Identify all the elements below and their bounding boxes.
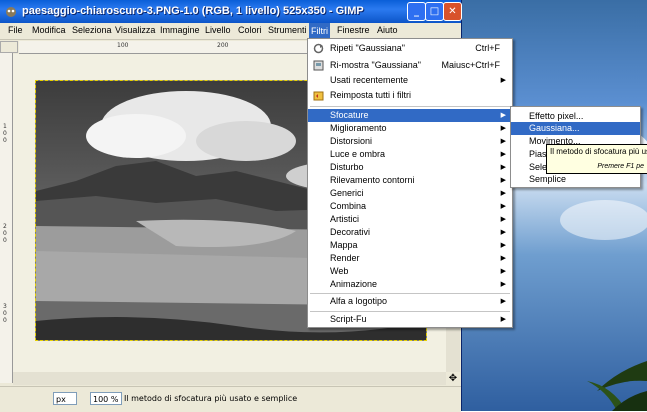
ruler-label: 0 <box>3 230 7 237</box>
menu-aiuto[interactable]: Aiuto <box>377 25 398 35</box>
reshow-icon <box>313 60 324 71</box>
menu-item-animazione[interactable]: Animazione ▶ <box>308 278 512 291</box>
status-message: Il metodo di sfocatura più usato e sempl… <box>124 394 298 403</box>
ruler-label: 0 <box>3 310 7 317</box>
submenu-arrow-icon: ▶ <box>500 190 506 197</box>
submenu-item-semplice[interactable]: Semplice <box>511 173 640 186</box>
menu-item-alfa-a-logotipo[interactable]: Alfa a logotipo ▶ <box>308 295 512 308</box>
menu-item-generici[interactable]: Generici ▶ <box>308 187 512 200</box>
menu-item-miglioramento[interactable]: Miglioramento ▶ <box>308 122 512 135</box>
menu-visualizza[interactable]: Visualizza <box>115 25 155 35</box>
submenu-arrow-icon: ▶ <box>500 151 506 158</box>
title-bar[interactable]: paesaggio-chiaroscuro-3.PNG-1.0 (RGB, 1 … <box>0 0 462 23</box>
menu-item-repeat-gaussian[interactable]: Ripeti "Gaussiana" Ctrl+F <box>308 42 512 55</box>
menu-separator <box>310 106 510 107</box>
zoom-selector[interactable]: 100 % <box>90 392 122 405</box>
menu-item-render[interactable]: Render ▶ <box>308 252 512 265</box>
submenu-arrow-icon: ▶ <box>500 125 506 132</box>
unit-selector[interactable]: px <box>53 392 77 405</box>
tooltip: Il metodo di sfocatura più us Premere F1… <box>546 144 647 174</box>
ruler-label: 2 <box>3 223 7 230</box>
ruler-label: 3 <box>3 303 7 310</box>
submenu-arrow-icon: ▶ <box>500 112 506 119</box>
menu-item-rilevamento-contorni[interactable]: Rilevamento contorni ▶ <box>308 174 512 187</box>
submenu-arrow-icon: ▶ <box>500 203 506 210</box>
submenu-arrow-icon: ▶ <box>500 255 506 262</box>
menu-finestre[interactable]: Finestre <box>337 25 370 35</box>
menu-item-distorsioni[interactable]: Distorsioni ▶ <box>308 135 512 148</box>
repeat-icon <box>313 43 324 54</box>
maximize-button[interactable]: □ <box>425 2 444 21</box>
close-button[interactable]: ✕ <box>443 2 462 21</box>
menu-file[interactable]: File <box>8 25 23 35</box>
submenu-item-gaussiana[interactable]: Gaussiana... <box>511 122 640 135</box>
ruler-label: 0 <box>3 137 7 144</box>
submenu-arrow-icon: ▶ <box>500 298 506 305</box>
menu-item-luce-e-ombra[interactable]: Luce e ombra ▶ <box>308 148 512 161</box>
submenu-arrow-icon: ▶ <box>500 281 506 288</box>
ruler-label: 0 <box>3 237 7 244</box>
menu-item-artistici[interactable]: Artistici ▶ <box>308 213 512 226</box>
menu-item-decorativi[interactable]: Decorativi ▶ <box>308 226 512 239</box>
palm-tree-image <box>587 361 647 411</box>
submenu-arrow-icon: ▶ <box>500 216 506 223</box>
horizontal-scrollbar[interactable] <box>13 372 446 385</box>
menu-item-sfocature[interactable]: Sfocature ▶ <box>308 109 512 122</box>
filters-menu: Ripeti "Gaussiana" Ctrl+F Ri-mostra "Gau… <box>307 38 513 328</box>
vertical-ruler[interactable]: 1 0 0 2 0 0 3 0 0 <box>0 53 13 383</box>
ruler-label: 0 <box>3 317 7 324</box>
status-bar: px 100 % Il metodo di sfocatura più usat… <box>0 386 461 412</box>
navigate-icon[interactable]: ✥ <box>446 372 460 385</box>
menu-item-recently-used[interactable]: Usati recentemente ▶ <box>308 74 512 87</box>
gimp-icon <box>6 7 16 17</box>
ruler-label: 1 <box>3 123 7 130</box>
menu-item-mappa[interactable]: Mappa ▶ <box>308 239 512 252</box>
submenu-arrow-icon: ▶ <box>500 229 506 236</box>
menu-colori[interactable]: Colori <box>238 25 262 35</box>
minimize-button[interactable]: _ <box>407 2 426 21</box>
ruler-label: 200 <box>217 42 229 49</box>
submenu-arrow-icon: ▶ <box>500 138 506 145</box>
menu-separator <box>310 311 510 312</box>
menu-strumenti[interactable]: Strumenti <box>268 25 307 35</box>
menu-modifica[interactable]: Modifica <box>32 25 66 35</box>
menu-item-reset-filters[interactable]: Reimposta tutti i filtri <box>308 89 512 102</box>
submenu-arrow-icon: ▶ <box>500 177 506 184</box>
reset-icon <box>313 91 324 101</box>
menu-item-combina[interactable]: Combina ▶ <box>308 200 512 213</box>
window-title: paesaggio-chiaroscuro-3.PNG-1.0 (RGB, 1 … <box>22 5 364 17</box>
menu-item-script-fu[interactable]: Script-Fu ▶ <box>308 313 512 326</box>
desktop-cloud <box>560 200 647 240</box>
ruler-label: 0 <box>3 130 7 137</box>
menu-separator <box>310 293 510 294</box>
submenu-arrow-icon: ▶ <box>500 164 506 171</box>
tooltip-hint: Premere F1 pe <box>597 163 644 170</box>
submenu-arrow-icon: ▶ <box>500 242 506 249</box>
menu-item-disturbo[interactable]: Disturbo ▶ <box>308 161 512 174</box>
submenu-arrow-icon: ▶ <box>500 316 506 323</box>
menu-livello[interactable]: Livello <box>205 25 231 35</box>
submenu-arrow-icon: ▶ <box>500 268 506 275</box>
quick-mask-corner[interactable] <box>0 41 18 53</box>
tooltip-text: Il metodo di sfocatura più us <box>550 147 647 156</box>
menu-item-web[interactable]: Web ▶ <box>308 265 512 278</box>
menu-filtri[interactable]: Filtri <box>309 23 330 39</box>
submenu-arrow-icon: ▶ <box>500 77 506 84</box>
ruler-label: 100 <box>117 42 129 49</box>
menu-immagine[interactable]: Immagine <box>160 25 200 35</box>
menu-seleziona[interactable]: Seleziona <box>72 25 112 35</box>
menu-item-reshow-gaussian[interactable]: Ri-mostra "Gaussiana" Maiusc+Ctrl+F <box>308 59 512 72</box>
